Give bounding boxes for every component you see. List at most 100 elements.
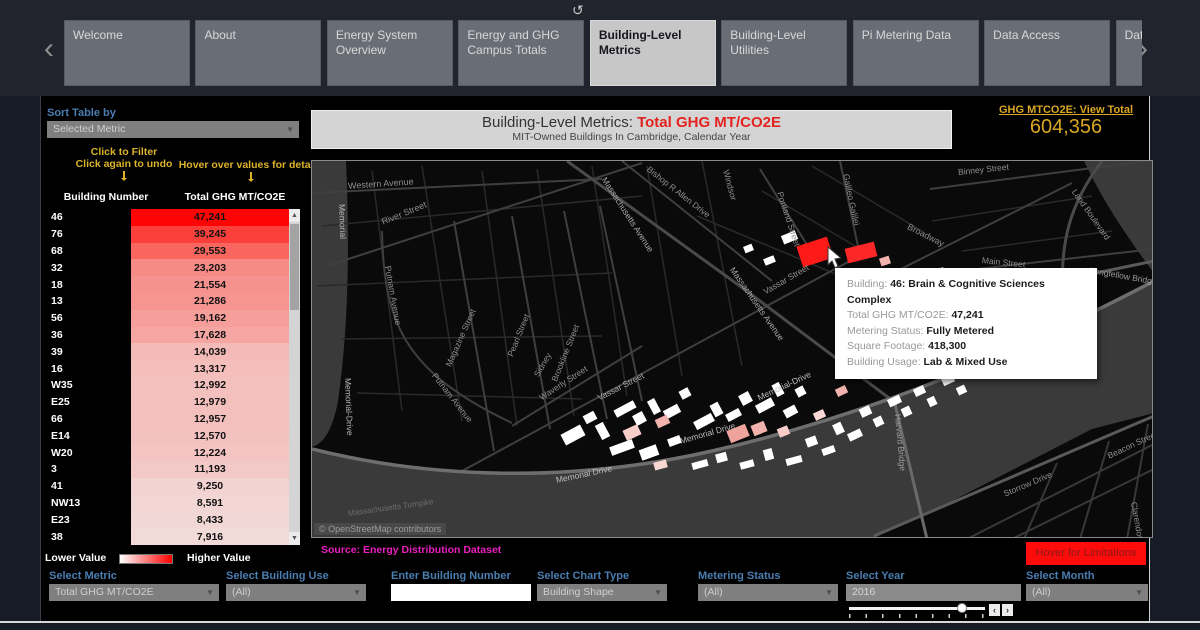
dashboard-page: ↺ ‹ › Welcome About Energy System Overvi… bbox=[0, 0, 1200, 630]
building-number-cell[interactable]: 76 bbox=[46, 228, 131, 240]
table-row[interactable]: E25 12,979 bbox=[46, 394, 289, 411]
building-number-cell[interactable]: NW13 bbox=[46, 497, 131, 509]
slider-thumb[interactable] bbox=[957, 603, 967, 613]
nav-tab-label: Energy and GHG Campus Totals bbox=[467, 28, 559, 57]
table-row[interactable]: 32 23,203 bbox=[46, 259, 289, 276]
table-row[interactable]: 66 12,957 bbox=[46, 411, 289, 428]
ghg-value-cell[interactable]: 9,250 bbox=[131, 478, 289, 495]
building-number-cell[interactable]: 32 bbox=[46, 262, 131, 274]
nav-tab[interactable]: Building-Level Metrics bbox=[590, 20, 716, 86]
color-legend: Lower Value Higher Value bbox=[45, 552, 305, 566]
table-row[interactable]: W35 12,992 bbox=[46, 377, 289, 394]
view-total-link[interactable]: GHG MTCO2E: View Total bbox=[981, 104, 1151, 116]
table-row[interactable]: 46 47,241 bbox=[46, 209, 289, 226]
ghg-value-cell[interactable]: 8,433 bbox=[131, 511, 289, 528]
ghg-value-cell[interactable]: 12,992 bbox=[131, 377, 289, 394]
building-number-cell[interactable]: 38 bbox=[46, 531, 131, 543]
nav-tab[interactable]: Data Access bbox=[984, 20, 1110, 86]
scroll-down-icon[interactable]: ▼ bbox=[289, 532, 300, 545]
ghg-value-cell[interactable]: 23,203 bbox=[131, 259, 289, 276]
limitations-button[interactable]: Hover for Limitations bbox=[1026, 542, 1146, 565]
building-number-cell[interactable]: W35 bbox=[46, 379, 131, 391]
refresh-icon[interactable]: ↺ bbox=[572, 2, 584, 19]
building-number-cell[interactable]: 39 bbox=[46, 346, 131, 358]
building-number-cell[interactable]: 13 bbox=[46, 295, 131, 307]
select-year-box[interactable]: 2016 bbox=[846, 584, 1021, 601]
table-row[interactable]: 13 21,286 bbox=[46, 293, 289, 310]
building-number-cell[interactable]: E25 bbox=[46, 396, 131, 408]
table-row[interactable]: 56 19,162 bbox=[46, 310, 289, 327]
scrollbar-thumb[interactable] bbox=[290, 224, 299, 310]
building-number-cell[interactable]: 41 bbox=[46, 480, 131, 492]
ghg-value-cell[interactable]: 12,570 bbox=[131, 427, 289, 444]
table-row[interactable]: 16 13,317 bbox=[46, 360, 289, 377]
nav-back-icon[interactable]: ‹ bbox=[44, 34, 54, 64]
building-number-cell[interactable]: 66 bbox=[46, 413, 131, 425]
ghg-value-cell[interactable]: 8,591 bbox=[131, 495, 289, 512]
scroll-up-icon[interactable]: ▲ bbox=[289, 209, 300, 222]
table-row[interactable]: 39 14,039 bbox=[46, 343, 289, 360]
building-number-cell[interactable]: 46 bbox=[46, 211, 131, 223]
select-chart-type-dropdown[interactable]: Building Shape▼ bbox=[537, 584, 667, 601]
nav-tab[interactable]: Energy and GHG Campus Totals bbox=[458, 20, 584, 86]
ghg-value-cell[interactable]: 11,193 bbox=[131, 461, 289, 478]
table-row[interactable]: 41 9,250 bbox=[46, 478, 289, 495]
ghg-value-cell[interactable]: 7,916 bbox=[131, 528, 289, 545]
source-note: Source: Energy Distribution Dataset bbox=[321, 544, 501, 556]
sort-dropdown[interactable]: Selected Metric ▼ bbox=[47, 121, 299, 138]
table-row[interactable]: 76 39,245 bbox=[46, 226, 289, 243]
ghg-value-cell[interactable]: 21,286 bbox=[131, 293, 289, 310]
table-scrollbar[interactable]: ▲ ▼ bbox=[289, 209, 300, 545]
ghg-value-cell[interactable]: 21,554 bbox=[131, 276, 289, 293]
nav-tab[interactable]: Pi Metering Data bbox=[853, 20, 979, 86]
table-row[interactable]: 38 7,916 bbox=[46, 528, 289, 545]
ghg-value-cell[interactable]: 29,553 bbox=[131, 243, 289, 260]
year-slider[interactable]: ‹ › bbox=[849, 604, 1019, 618]
building-tooltip: Building: 46: Brain & Cognitive Sciences… bbox=[835, 268, 1097, 379]
ghg-value-cell[interactable]: 19,162 bbox=[131, 310, 289, 327]
building-number-cell[interactable]: E23 bbox=[46, 514, 131, 526]
ghg-value-cell[interactable]: 17,628 bbox=[131, 327, 289, 344]
metering-status-dropdown[interactable]: (All)▼ bbox=[698, 584, 838, 601]
building-number-cell[interactable]: 16 bbox=[46, 363, 131, 375]
table-row[interactable]: E23 8,433 bbox=[46, 511, 289, 528]
table-row[interactable]: E14 12,570 bbox=[46, 427, 289, 444]
nav-tab[interactable]: Data Source Details bbox=[1116, 20, 1142, 86]
ghg-value-cell[interactable]: 39,245 bbox=[131, 226, 289, 243]
building-number-cell[interactable]: W20 bbox=[46, 447, 131, 459]
table-row[interactable]: 68 29,553 bbox=[46, 243, 289, 260]
ghg-value-cell[interactable]: 12,224 bbox=[131, 444, 289, 461]
building-number-cell[interactable]: 3 bbox=[46, 463, 131, 475]
down-arrow-icon bbox=[123, 171, 125, 180]
nav-tab[interactable]: Welcome bbox=[64, 20, 190, 86]
nav-tab[interactable]: Energy System Overview bbox=[327, 20, 453, 86]
building-number-cell[interactable]: 18 bbox=[46, 279, 131, 291]
building-table: 46 47,241 76 39,245 68 29,553 32 23,203 bbox=[46, 209, 289, 545]
ghg-value-cell[interactable]: 14,039 bbox=[131, 343, 289, 360]
table-row[interactable]: NW13 8,591 bbox=[46, 495, 289, 512]
ghg-value-cell[interactable]: 12,979 bbox=[131, 394, 289, 411]
nav-tab[interactable]: About bbox=[195, 20, 321, 86]
building-number-cell[interactable]: 36 bbox=[46, 329, 131, 341]
year-next-icon[interactable]: › bbox=[1002, 604, 1013, 616]
nav-tab[interactable]: Building-Level Utilities bbox=[721, 20, 847, 86]
building-number-input[interactable] bbox=[391, 584, 531, 601]
table-row[interactable]: 18 21,554 bbox=[46, 276, 289, 293]
building-number-cell[interactable]: 68 bbox=[46, 245, 131, 257]
campus-map[interactable]: Western AvenueRiver StreetMemorialMemori… bbox=[311, 160, 1153, 538]
ghg-value-cell[interactable]: 13,317 bbox=[131, 360, 289, 377]
table-row[interactable]: 36 17,628 bbox=[46, 327, 289, 344]
ghg-value-cell[interactable]: 47,241 bbox=[131, 209, 289, 226]
title-bar: Building-Level Metrics: Total GHG MT/CO2… bbox=[311, 110, 952, 149]
ghg-value-cell[interactable]: 12,957 bbox=[131, 411, 289, 428]
select-month-dropdown[interactable]: (All)▼ bbox=[1026, 584, 1148, 601]
table-row[interactable]: W20 12,224 bbox=[46, 444, 289, 461]
legend-lower-label: Lower Value bbox=[45, 552, 106, 564]
select-metric-dropdown[interactable]: Total GHG MT/CO2E▼ bbox=[49, 584, 219, 601]
table-row[interactable]: 3 11,193 bbox=[46, 461, 289, 478]
select-building-use-dropdown[interactable]: (All)▼ bbox=[226, 584, 366, 601]
building-number-cell[interactable]: E14 bbox=[46, 430, 131, 442]
year-prev-icon[interactable]: ‹ bbox=[989, 604, 1000, 616]
enter-building-number-label: Enter Building Number bbox=[391, 570, 511, 582]
building-number-cell[interactable]: 56 bbox=[46, 312, 131, 324]
